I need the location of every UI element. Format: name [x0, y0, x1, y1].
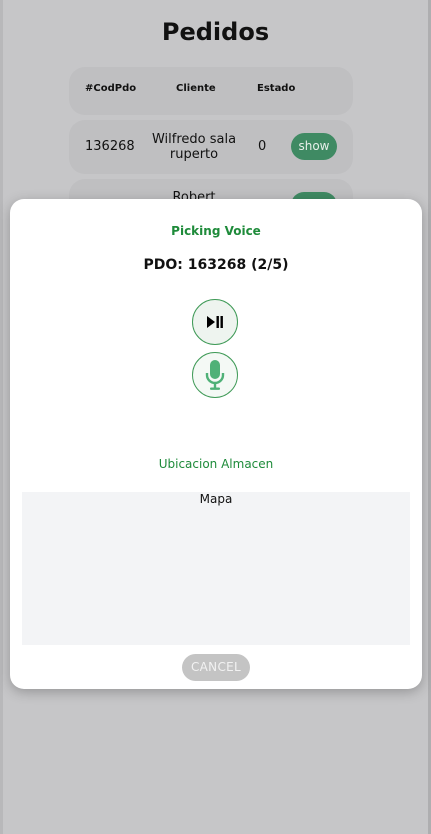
microphone-icon	[205, 360, 225, 390]
play-pause-button[interactable]	[192, 299, 238, 345]
header-cliente: Cliente	[176, 83, 216, 94]
play-pause-icon	[207, 316, 223, 328]
map-area: Mapa	[22, 492, 410, 645]
show-button[interactable]: show	[291, 133, 337, 160]
picking-voice-modal: Picking Voice PDO: 163268 (2/5) Ubicacio…	[10, 199, 422, 689]
left-edge	[0, 0, 3, 834]
table-header: #CodPdo Cliente Estado	[69, 67, 353, 115]
table-row: 136268 Wilfredo sala ruperto 0 show	[69, 120, 353, 174]
row-status: 0	[258, 139, 267, 154]
header-estado: Estado	[257, 83, 296, 94]
row-client: Wilfredo sala ruperto	[139, 132, 249, 162]
header-codpdo: #CodPdo	[85, 83, 137, 94]
map-label: Mapa	[199, 492, 233, 506]
cancel-button[interactable]: CANCEL	[182, 654, 250, 681]
row-client-line1: Wilfredo sala	[151, 132, 237, 147]
page-title: Pedidos	[161, 18, 270, 46]
row-cod: 136268	[85, 139, 135, 154]
row-client-line2: ruperto	[169, 147, 219, 162]
modal-title: Picking Voice	[171, 224, 261, 238]
microphone-button[interactable]	[192, 352, 238, 398]
location-title: Ubicacion Almacen	[158, 457, 274, 471]
pdo-label: PDO: 163268 (2/5)	[143, 257, 289, 273]
